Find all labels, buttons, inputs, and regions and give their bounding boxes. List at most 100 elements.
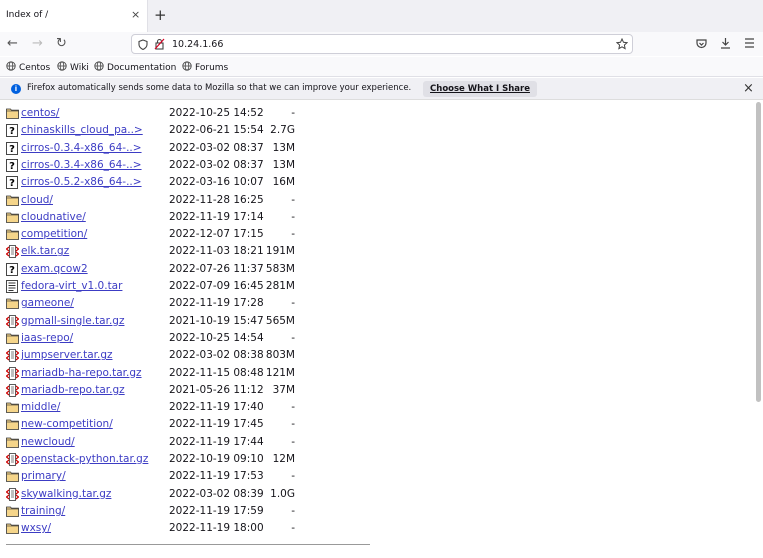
file-date: 2022-11-19 17:28 [169, 297, 264, 310]
file-link[interactable]: cloudnative/ [21, 211, 86, 223]
file-link[interactable]: jumpserver.tar.gz [21, 349, 113, 361]
reload-icon[interactable]: ↻ [56, 36, 67, 51]
file-link[interactable]: fedora-virt_v1.0.tar [21, 280, 122, 292]
file-link[interactable]: new-competition/ [21, 418, 113, 430]
list-item: openstack-python.tar.gz 2022-10-19 09:10 1… [0, 451, 400, 468]
archive-file-icon [5, 383, 20, 397]
bookmark-documentation[interactable]: Documentation [94, 61, 176, 73]
file-size: - [291, 504, 295, 517]
download-icon[interactable] [720, 37, 731, 49]
file-size: - [291, 107, 295, 119]
menu-icon[interactable] [744, 38, 755, 48]
file-link[interactable]: gameone/ [21, 297, 74, 309]
file-date: 2022-10-25 14:52 [169, 107, 264, 119]
text-file-icon [6, 280, 18, 293]
file-link[interactable]: cloud/ [21, 194, 53, 206]
file-link[interactable]: openstack-python.tar.gz [21, 453, 148, 465]
unknown-file-icon: ? [6, 176, 18, 189]
file-size: - [291, 228, 295, 241]
bookmarks-toolbar: Centos Wiki Documentation Forums [0, 57, 763, 77]
list-item: skywalking.tar.gz 2022-03-02 08:39 1.0G [0, 486, 400, 503]
list-item: iaas-repo/2022-10-25 14:54 - [0, 330, 400, 347]
file-link[interactable]: gpmall-single.tar.gz [21, 315, 124, 327]
file-link[interactable]: competition/ [21, 228, 87, 240]
folder-icon [6, 211, 19, 223]
file-link[interactable]: chinaskills_cloud_pa..> [21, 124, 143, 136]
divider [6, 544, 370, 545]
list-item: centos/2022-10-25 14:52 - [0, 105, 400, 122]
list-item: training/2022-11-19 17:59 - [0, 503, 400, 520]
file-size: 37M [272, 383, 295, 396]
file-link[interactable]: training/ [21, 505, 65, 517]
scrollbar[interactable] [756, 102, 761, 402]
file-link[interactable]: exam.qcow2 [21, 263, 88, 275]
new-tab-button[interactable]: + [154, 6, 167, 24]
file-size: - [291, 210, 295, 223]
file-size: 121M [265, 366, 295, 379]
file-size: 565M [265, 314, 295, 327]
file-link[interactable]: mariadb-repo.tar.gz [21, 384, 125, 396]
file-link[interactable]: cirros-0.3.4-x86_64-..> [21, 142, 142, 154]
file-date: 2022-03-02 08:39 [169, 487, 264, 500]
file-link[interactable]: cirros-0.5.2-x86_64-..> [21, 176, 142, 188]
shield-icon[interactable] [138, 39, 148, 50]
bookmark-label: Centos [19, 63, 51, 73]
tab-index[interactable]: Index of / × [0, 0, 148, 32]
file-date: 2021-05-26 11:12 [169, 383, 264, 396]
back-icon[interactable]: ← [7, 36, 18, 51]
list-item: jumpserver.tar.gz 2022-03-02 08:38 803M [0, 347, 400, 364]
file-link[interactable]: middle/ [21, 401, 60, 413]
folder-icon [6, 401, 19, 413]
file-date: 2022-11-28 16:25 [169, 193, 264, 206]
file-date: 2022-11-15 08:48 [169, 366, 264, 379]
file-size: 583M [265, 262, 295, 275]
file-link[interactable]: newcloud/ [21, 436, 75, 448]
file-link[interactable]: centos/ [21, 107, 59, 119]
notification-close-icon[interactable]: × [743, 81, 754, 96]
choose-what-i-share-button[interactable]: Choose What I Share [423, 81, 537, 97]
file-link[interactable]: skywalking.tar.gz [21, 488, 111, 500]
folder-icon [6, 505, 19, 517]
folder-icon [6, 332, 19, 344]
tab-close-icon[interactable]: × [131, 8, 140, 21]
bookmark-wiki[interactable]: Wiki [57, 61, 89, 73]
file-size: 12M [272, 453, 295, 465]
list-item: fedora-virt_v1.0.tar 2022-07-09 16:45 281M [0, 278, 400, 295]
file-link[interactable]: cirros-0.3.4-x86_64-..> [21, 159, 142, 171]
file-size: - [291, 401, 295, 414]
file-date: 2022-03-02 08:37 [169, 158, 264, 171]
pocket-icon[interactable] [696, 38, 707, 49]
forward-icon[interactable]: → [32, 36, 43, 51]
file-date: 2022-10-19 09:10 [169, 453, 264, 465]
file-link[interactable]: mariadb-ha-repo.tar.gz [21, 367, 142, 379]
file-size: 13M [272, 158, 295, 171]
file-link[interactable]: iaas-repo/ [21, 332, 73, 344]
folder-icon [6, 436, 19, 448]
bookmark-centos[interactable]: Centos [6, 61, 50, 73]
file-link[interactable]: wxsy/ [21, 522, 51, 534]
archive-file-icon [5, 245, 20, 259]
file-size: 281M [265, 280, 295, 292]
list-item: ? cirros-0.5.2-x86_64-..> 2022-03-16 10:07… [0, 174, 400, 191]
file-size: 16M [272, 176, 295, 189]
folder-icon [6, 418, 19, 431]
file-link[interactable]: primary/ [21, 470, 66, 482]
url-bar[interactable]: 10.24.1.66 [131, 34, 633, 54]
file-size: 803M [265, 349, 295, 362]
bookmark-star-icon[interactable] [616, 38, 628, 50]
unknown-file-icon: ? [6, 158, 18, 172]
file-size: 191M [265, 245, 295, 258]
list-item: elk.tar.gz 2022-11-03 18:21 191M [0, 243, 400, 260]
bookmark-label: Wiki [70, 63, 89, 73]
file-date: 2022-11-19 17:14 [169, 210, 264, 223]
list-item: mariadb-ha-repo.tar.gz 2022-11-15 08:48 12… [0, 365, 400, 382]
list-item: new-competition/2022-11-19 17:45 - [0, 416, 400, 433]
file-date: 2021-10-19 15:47 [169, 314, 264, 327]
file-link[interactable]: elk.tar.gz [21, 245, 69, 257]
insecure-lock-icon[interactable] [154, 38, 165, 50]
file-date: 2022-11-19 17:45 [169, 418, 264, 431]
list-item: gpmall-single.tar.gz 2021-10-19 15:47 565M [0, 313, 400, 330]
list-item: mariadb-repo.tar.gz 2021-05-26 11:12 37M [0, 382, 400, 399]
bookmark-forums[interactable]: Forums [182, 61, 228, 73]
list-item: middle/2022-11-19 17:40 - [0, 399, 400, 416]
